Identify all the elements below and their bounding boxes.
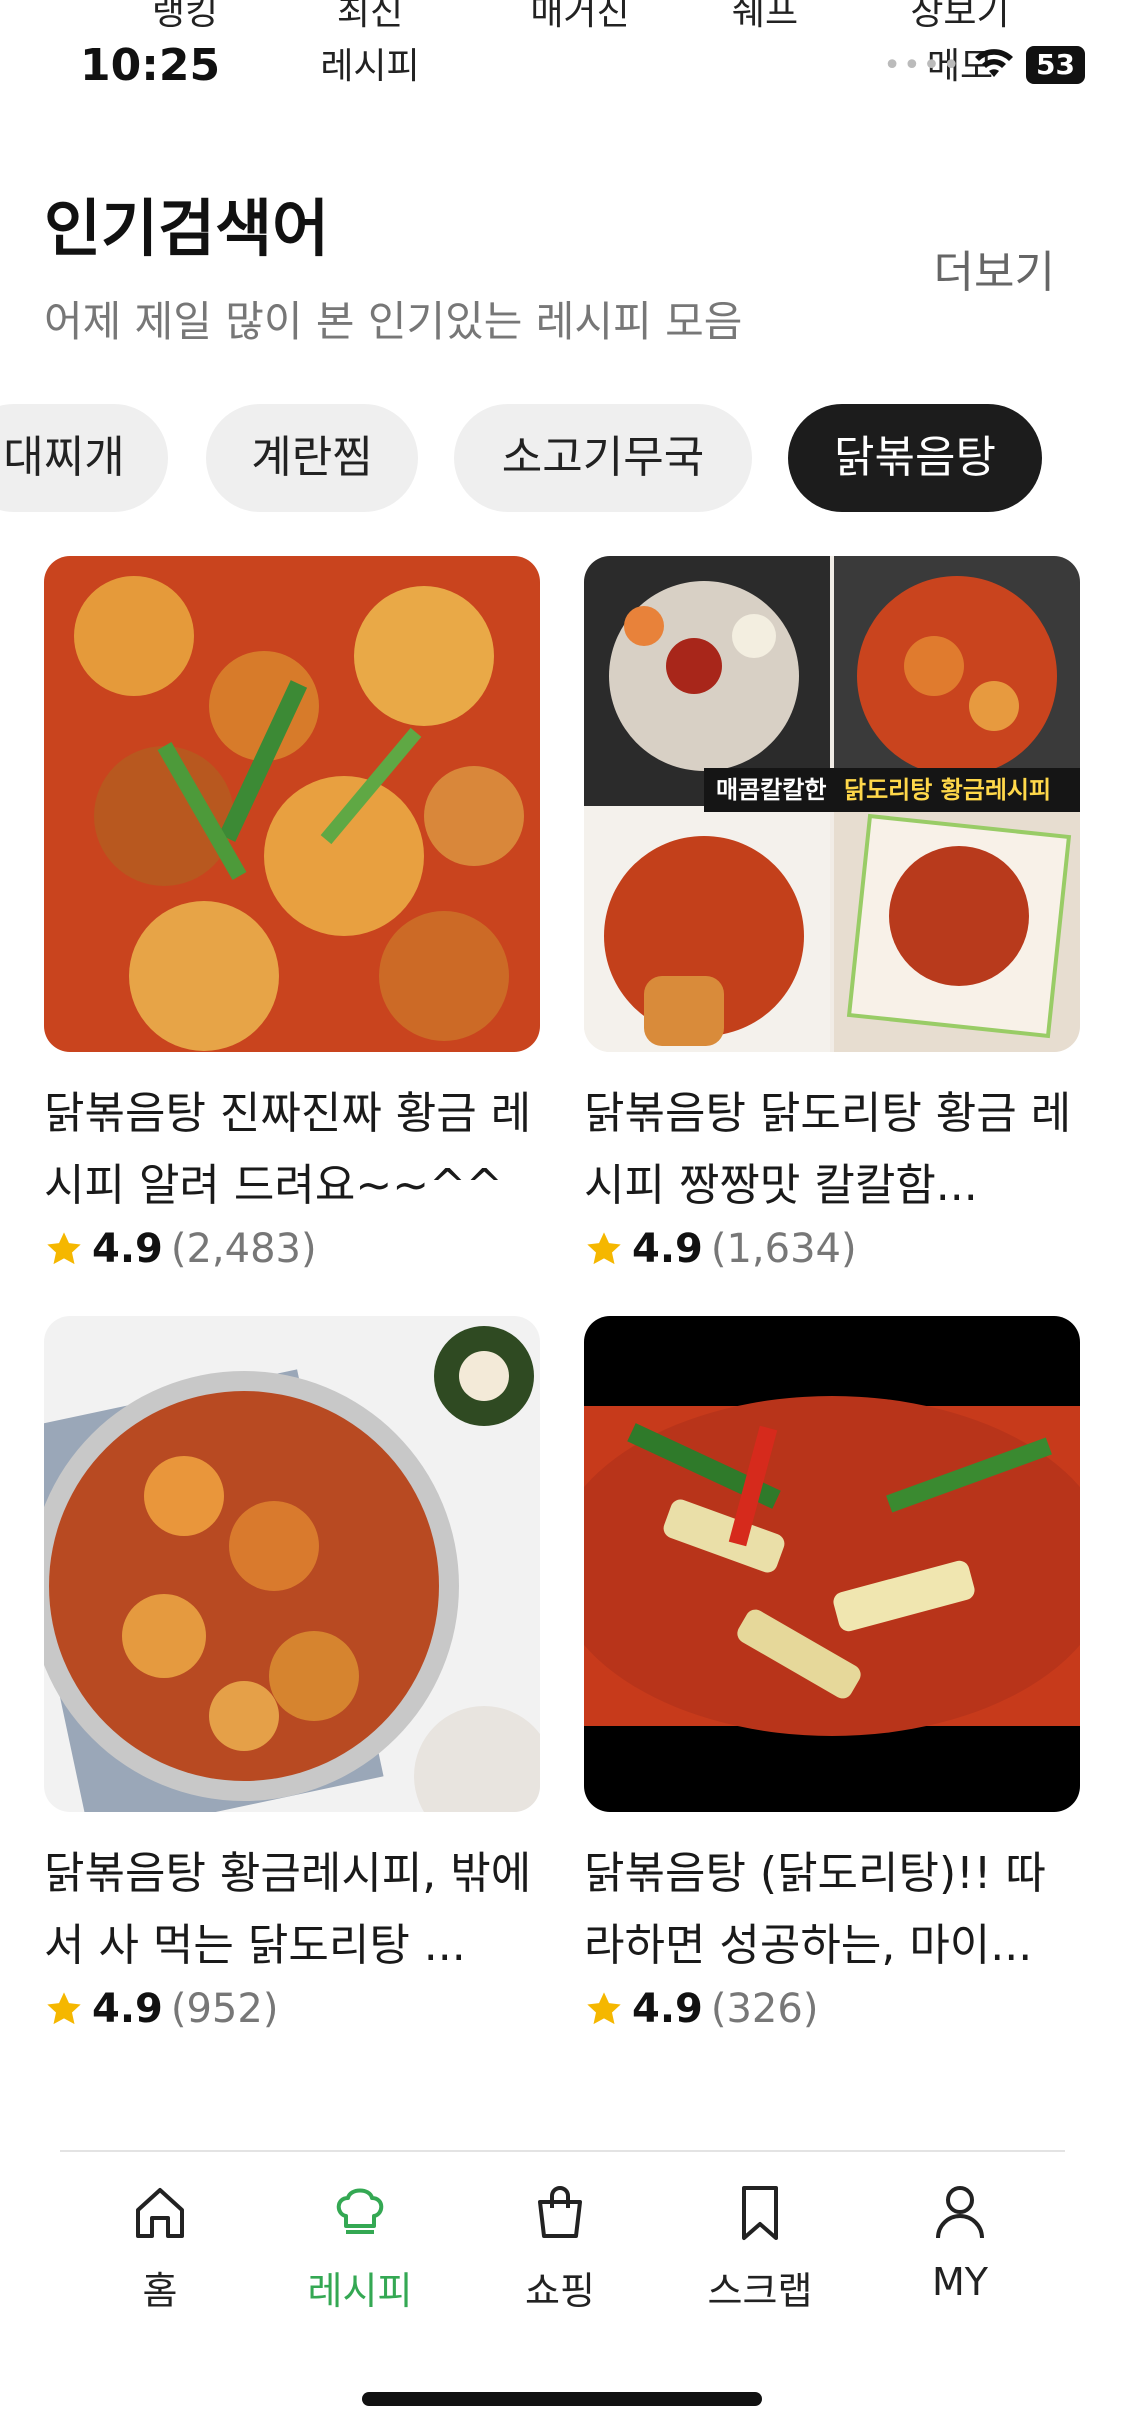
tab-magazine[interactable]: 매거진 xyxy=(500,0,660,40)
recipe-rating: 4.9 (2,483) xyxy=(44,1226,540,1272)
thumbnail-caption-b: 닭도리탕 황금레시피 xyxy=(844,776,1051,804)
rating-value: 4.9 xyxy=(632,1226,703,1272)
recipe-title[interactable]: 닭볶음탕 (닭도리탕)!! 따라하면 성공하는, 마이... xyxy=(584,1838,1080,1982)
status-indicators: •••• 53 xyxy=(883,46,1085,84)
home-indicator[interactable] xyxy=(362,2392,762,2406)
chip-keyword-selected[interactable]: 닭볶음탕 xyxy=(788,404,1042,512)
nav-label: 쇼핑 xyxy=(525,2269,595,2313)
star-icon xyxy=(47,1992,81,2025)
nav-shopping[interactable]: 쇼핑 xyxy=(480,2180,640,2315)
recipe-thumbnail[interactable]: 매콤칼칼한 닭도리탕 황금레시피 xyxy=(584,556,1080,1052)
rating-count: (952) xyxy=(170,1986,279,2032)
star-icon xyxy=(587,1232,621,1265)
star-icon xyxy=(587,1992,621,2025)
nav-recipe[interactable]: 레시피 xyxy=(280,2180,440,2315)
more-link[interactable]: 더보기 xyxy=(934,236,1055,300)
chef-hat-icon xyxy=(336,2188,384,2234)
rating-count: (2,483) xyxy=(170,1226,317,1272)
rating-count: (1,634) xyxy=(710,1226,857,1272)
rating-value: 4.9 xyxy=(632,1986,703,2032)
star-icon xyxy=(47,1232,81,1265)
nav-scrap[interactable]: 스크랩 xyxy=(680,2180,840,2315)
recipe-title[interactable]: 닭볶음탕 진짜진짜 황금 레시피 알려 드려요~~^^ xyxy=(44,1078,540,1222)
recipe-rating: 4.9 (952) xyxy=(44,1986,540,2032)
recipe-thumbnail[interactable] xyxy=(584,1316,1080,1812)
chip-keyword[interactable]: 계란찜 xyxy=(206,404,418,512)
signal-icon: •••• xyxy=(883,47,963,83)
rating-count: (326) xyxy=(710,1986,819,2032)
section-title: 인기검색어 xyxy=(44,192,330,265)
recipe-card[interactable]: 매콤칼칼한 닭도리탕 황금레시피 닭볶음탕 닭도리탕 황금 레시피 짱짱맛 칼칼… xyxy=(584,556,1080,1272)
nav-home[interactable]: 홈 xyxy=(80,2180,240,2315)
recipe-card[interactable]: 닭볶음탕 진짜진짜 황금 레시피 알려 드려요~~^^ 4.9 (2,483) xyxy=(44,556,540,1272)
keyword-chip-row: 대찌개 계란찜 소고기무국 닭볶음탕 xyxy=(0,404,1125,512)
nav-label: MY xyxy=(932,2260,988,2304)
wifi-icon xyxy=(975,49,1014,77)
thumbnail-caption-a: 매콤칼칼한 xyxy=(716,776,826,804)
recipe-title[interactable]: 닭볶음탕 닭도리탕 황금 레시피 짱짱맛 칼칼함... xyxy=(584,1078,1080,1222)
nav-divider xyxy=(60,2150,1065,2152)
recipe-title[interactable]: 닭볶음탕 황금레시피, 밖에서 사 먹는 닭도리탕 ... xyxy=(44,1838,540,1982)
recipe-thumbnail[interactable] xyxy=(44,1316,540,1812)
nav-label: 홈 xyxy=(142,2269,178,2313)
bottom-nav: 홈 레시피 쇼핑 스크랩 MY xyxy=(0,2180,1125,2320)
recipe-rating: 4.9 (326) xyxy=(584,1986,1080,2032)
chip-keyword[interactable]: 대찌개 xyxy=(0,404,168,512)
battery-icon: 53 xyxy=(1026,46,1085,84)
shopping-bag-icon xyxy=(538,2186,582,2238)
nav-label: 레시피 xyxy=(307,2269,413,2313)
tab-latest-recipes[interactable]: 최신 레시피 xyxy=(310,0,430,94)
chip-keyword[interactable]: 소고기무국 xyxy=(454,404,752,512)
status-time: 10:25 xyxy=(80,40,221,91)
rating-value: 4.9 xyxy=(92,1986,163,2032)
recipe-thumbnail[interactable] xyxy=(44,556,540,1052)
person-icon xyxy=(936,2186,984,2239)
section-subtitle: 어제 제일 많이 본 인기있는 레시피 모음 xyxy=(44,297,743,346)
nav-my[interactable]: MY xyxy=(880,2180,1040,2304)
bookmark-icon xyxy=(742,2186,778,2240)
home-icon xyxy=(136,2188,184,2238)
recipe-card[interactable]: 닭볶음탕 (닭도리탕)!! 따라하면 성공하는, 마이... 4.9 (326) xyxy=(584,1316,1080,2032)
recipe-rating: 4.9 (1,634) xyxy=(584,1226,1080,1272)
recipe-card[interactable]: 닭볶음탕 황금레시피, 밖에서 사 먹는 닭도리탕 ... 4.9 (952) xyxy=(44,1316,540,2032)
tab-chef[interactable]: 쉐프 xyxy=(710,0,820,40)
nav-label: 스크랩 xyxy=(707,2269,813,2313)
rating-value: 4.9 xyxy=(92,1226,163,1272)
tab-ranking[interactable]: 랭킹 xyxy=(130,0,240,40)
